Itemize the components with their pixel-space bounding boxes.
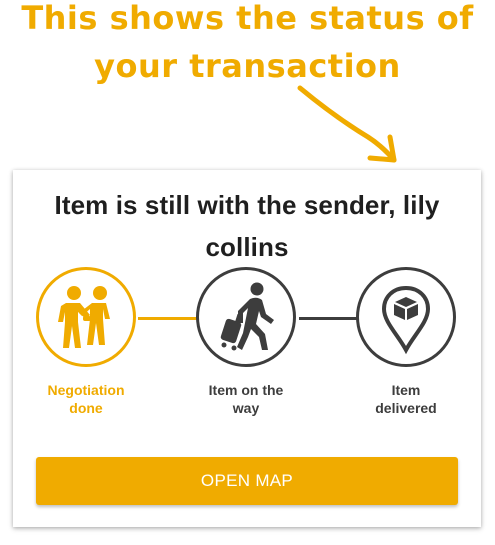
annotation-caption: This shows the status of your transactio… [0, 0, 495, 90]
step-on-the-way-label-line1: Item on the [208, 382, 284, 398]
step-negotiation-label: Negotiation done [26, 381, 146, 417]
progress-connector-pending [299, 317, 359, 320]
screen: This shows the status of your transactio… [0, 0, 495, 545]
progress-connector-done [138, 317, 198, 320]
step-negotiation-label-line1: Negotiation [47, 382, 125, 398]
open-map-button[interactable]: OPEN MAP [36, 457, 458, 505]
step-on-the-way-circle [196, 267, 296, 367]
transaction-status-card: Item is still with the sender, lily coll… [13, 170, 481, 527]
step-delivered-label: Item delivered [356, 381, 456, 417]
step-delivered-label-line2: delivered [375, 400, 437, 416]
step-on-the-way-label-line2: way [232, 400, 260, 416]
step-negotiation-label-line2: done [69, 400, 103, 416]
traveler-with-luggage-icon [220, 282, 274, 351]
annotation-line-1: This shows the status of [21, 0, 474, 37]
hand-drawn-arrow-icon [297, 85, 397, 163]
package-location-pin-icon [381, 285, 431, 355]
step-negotiation-circle [36, 267, 136, 367]
step-on-the-way-label: Item on the way [191, 381, 301, 417]
step-delivered-label-line1: Item [391, 382, 421, 398]
step-delivered-circle [356, 267, 456, 367]
handshake-icon [58, 286, 110, 348]
status-title: Item is still with the sender, lily coll… [54, 190, 440, 262]
annotation-line-2: your transaction [94, 47, 401, 85]
